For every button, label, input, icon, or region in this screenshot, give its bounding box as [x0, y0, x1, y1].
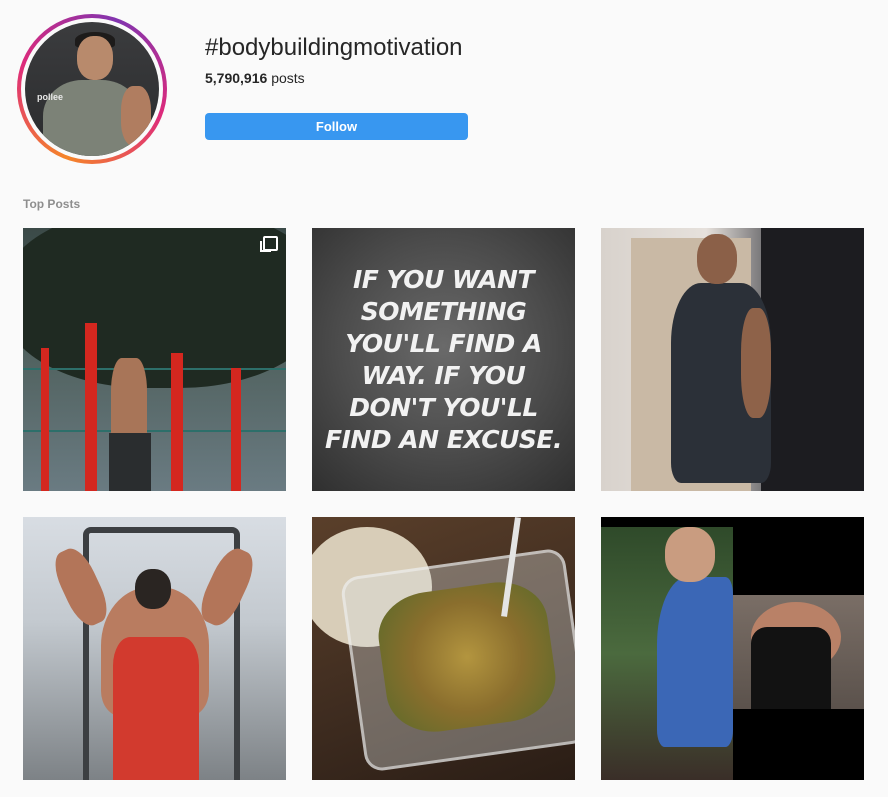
post-bar-shape — [231, 368, 241, 491]
avatar-brand-text: pollee — [37, 92, 64, 102]
post-thumbnail-pullups[interactable] — [23, 228, 286, 491]
post-net-shape — [23, 368, 286, 432]
post-thumbnail-quote[interactable]: IF YOU WANT SOMETHING YOU'LL FIND A WAY.… — [312, 228, 575, 491]
post-bar-shape — [41, 348, 49, 491]
avatar-arm — [121, 86, 151, 146]
post-tanktop-shape — [751, 627, 831, 709]
post-head-shape — [135, 569, 171, 609]
posts-count: 5,790,916 posts — [205, 70, 305, 86]
post-thumbnail-meal[interactable] — [312, 517, 575, 780]
post-shirt-shape — [657, 577, 733, 747]
post-arm-shape — [741, 308, 771, 418]
carousel-icon — [260, 236, 278, 252]
post-quote-text: IF YOU WANT SOMETHING YOU'LL FIND A WAY.… — [325, 264, 562, 454]
post-food-shape — [373, 575, 561, 739]
post-pants-shape — [109, 433, 151, 491]
post-bar-shape — [171, 353, 183, 491]
post-thumbnail-gym[interactable] — [23, 517, 286, 780]
top-posts-grid: IF YOU WANT SOMETHING YOU'LL FIND A WAY.… — [23, 228, 864, 780]
avatar-frame: pollee — [21, 18, 163, 160]
hashtag-avatar-ring: pollee — [17, 14, 167, 164]
follow-button[interactable]: Follow — [205, 113, 468, 140]
post-thumbnail-selfie[interactable] — [601, 228, 864, 491]
post-wall-shape — [761, 228, 864, 491]
post-tree-shape — [23, 228, 286, 388]
avatar-head — [77, 36, 113, 80]
post-bar-shape — [85, 323, 97, 491]
post-head-shape — [665, 527, 715, 582]
top-posts-heading: Top Posts — [23, 197, 81, 211]
hashtag-avatar: pollee — [25, 22, 159, 156]
posts-count-label: posts — [271, 70, 305, 86]
post-head-shape — [697, 234, 737, 284]
hashtag-title: #bodybuildingmotivation — [205, 34, 463, 61]
post-tanktop-shape — [113, 637, 199, 780]
post-thumbnail-comparison[interactable] — [601, 517, 864, 780]
posts-count-number: 5,790,916 — [205, 70, 268, 86]
